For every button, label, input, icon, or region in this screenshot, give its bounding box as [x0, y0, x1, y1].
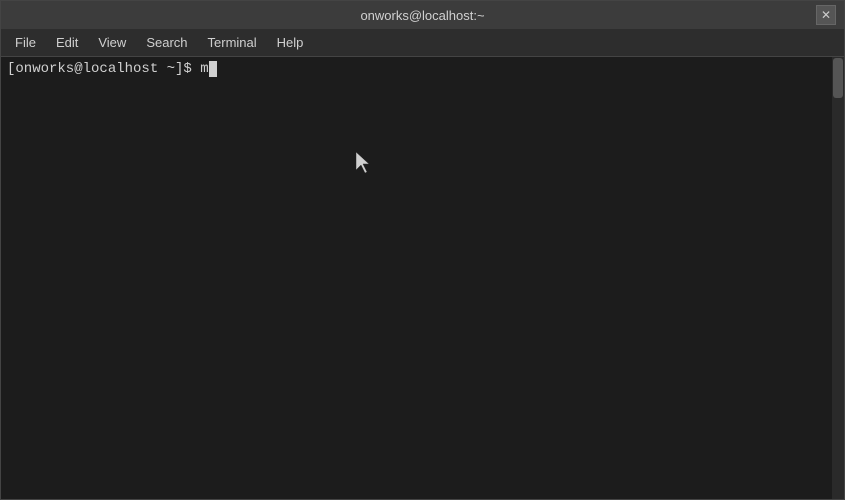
menu-edit[interactable]: Edit [46, 31, 88, 54]
scrollbar-thumb[interactable] [833, 58, 843, 98]
window-title: onworks@localhost:~ [360, 8, 484, 23]
close-button[interactable]: ✕ [816, 5, 836, 25]
terminal-prompt: [onworks@localhost ~]$ [7, 61, 200, 77]
terminal-input: m [200, 61, 208, 77]
terminal-prompt-line: [onworks@localhost ~]$ m [7, 61, 838, 77]
scrollbar[interactable] [832, 57, 844, 499]
menu-help[interactable]: Help [267, 31, 314, 54]
title-bar: onworks@localhost:~ ✕ [1, 1, 844, 29]
menu-terminal[interactable]: Terminal [198, 31, 267, 54]
terminal-window: onworks@localhost:~ ✕ File Edit View Sea… [0, 0, 845, 500]
terminal-body[interactable]: [onworks@localhost ~]$ m [1, 57, 844, 499]
menu-search[interactable]: Search [136, 31, 197, 54]
terminal-cursor [209, 61, 217, 77]
mouse-cursor-icon [356, 152, 374, 174]
menu-file[interactable]: File [5, 31, 46, 54]
menu-bar: File Edit View Search Terminal Help [1, 29, 844, 57]
menu-view[interactable]: View [88, 31, 136, 54]
